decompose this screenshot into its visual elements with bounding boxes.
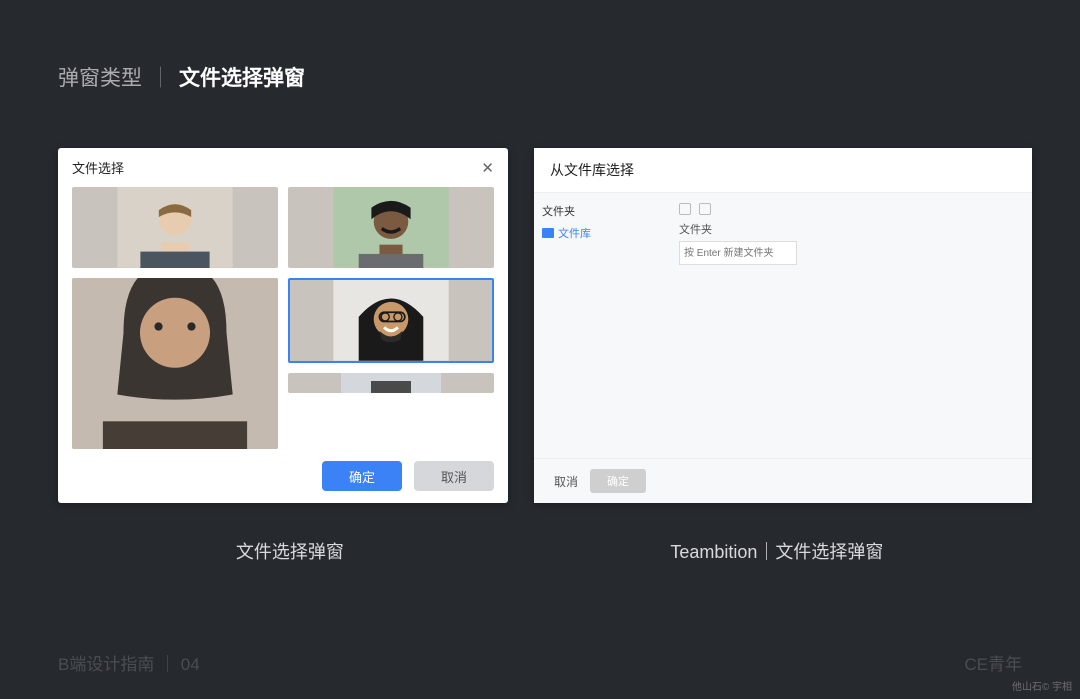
confirm-button-disabled: 确定: [590, 469, 646, 493]
caption-left: 文件选择弹窗: [58, 538, 522, 564]
header-prefix: 弹窗类型: [58, 62, 142, 92]
person-photo-icon: [288, 187, 494, 268]
image-tile-5[interactable]: [288, 373, 494, 393]
dialog-body: 文件夹 文件库 文件夹: [534, 193, 1032, 458]
sidebar-item-label: 文件库: [558, 225, 591, 241]
dialog-header: 文件选择 ✕: [58, 148, 508, 187]
cancel-button[interactable]: 取消: [554, 473, 578, 490]
page-header: 弹窗类型 ｜ 文件选择弹窗: [58, 62, 305, 92]
folder-sidebar: 文件夹 文件库: [534, 193, 669, 458]
image-grid: [72, 187, 494, 449]
sidebar-title: 文件夹: [542, 203, 661, 219]
dialog-body: [58, 187, 508, 449]
footer-left: B端设计指南 ｜ 04: [58, 650, 200, 675]
folder-label: 文件夹: [679, 221, 1022, 237]
caption-right: Teambition｜文件选择弹窗: [522, 538, 1032, 564]
new-folder-icon[interactable]: [699, 203, 711, 215]
image-tile-3[interactable]: [72, 278, 278, 449]
watermark: 他山石© 宇相: [1012, 678, 1072, 693]
sidebar-item-library[interactable]: 文件库: [542, 225, 661, 241]
dialog-title: 文件选择: [72, 158, 124, 177]
toolbar: [679, 203, 1022, 215]
confirm-button[interactable]: 确定: [322, 461, 402, 491]
file-library-dialog: 从文件库选择 文件夹 文件库 文件夹 取消 确定: [534, 148, 1032, 503]
dialog-title: 从文件库选择: [550, 160, 634, 180]
file-select-dialog: 文件选择 ✕: [58, 148, 508, 503]
dialog-header: 从文件库选择: [534, 148, 1032, 193]
new-file-icon[interactable]: [679, 203, 691, 215]
main-area: 文件夹: [669, 193, 1032, 458]
header-title: 文件选择弹窗: [179, 62, 305, 92]
dialog-footer: 确定 取消: [58, 449, 508, 503]
panel-captions: 文件选择弹窗 Teambition｜文件选择弹窗: [58, 538, 1032, 564]
person-photo-icon: [72, 187, 278, 268]
dialog-footer: 取消 确定: [534, 458, 1032, 503]
folder-icon: [542, 228, 554, 238]
person-photo-icon: [288, 373, 494, 393]
person-photo-icon: [72, 278, 278, 449]
image-tile-4-selected[interactable]: [288, 278, 494, 363]
close-icon[interactable]: ✕: [481, 159, 494, 177]
new-folder-input[interactable]: [679, 241, 797, 265]
cancel-button[interactable]: 取消: [414, 461, 494, 491]
image-tile-2[interactable]: [288, 187, 494, 268]
person-photo-icon: [290, 280, 492, 361]
header-divider: ｜: [150, 62, 171, 92]
footer-right: CE青年: [964, 650, 1022, 675]
image-tile-1[interactable]: [72, 187, 278, 268]
